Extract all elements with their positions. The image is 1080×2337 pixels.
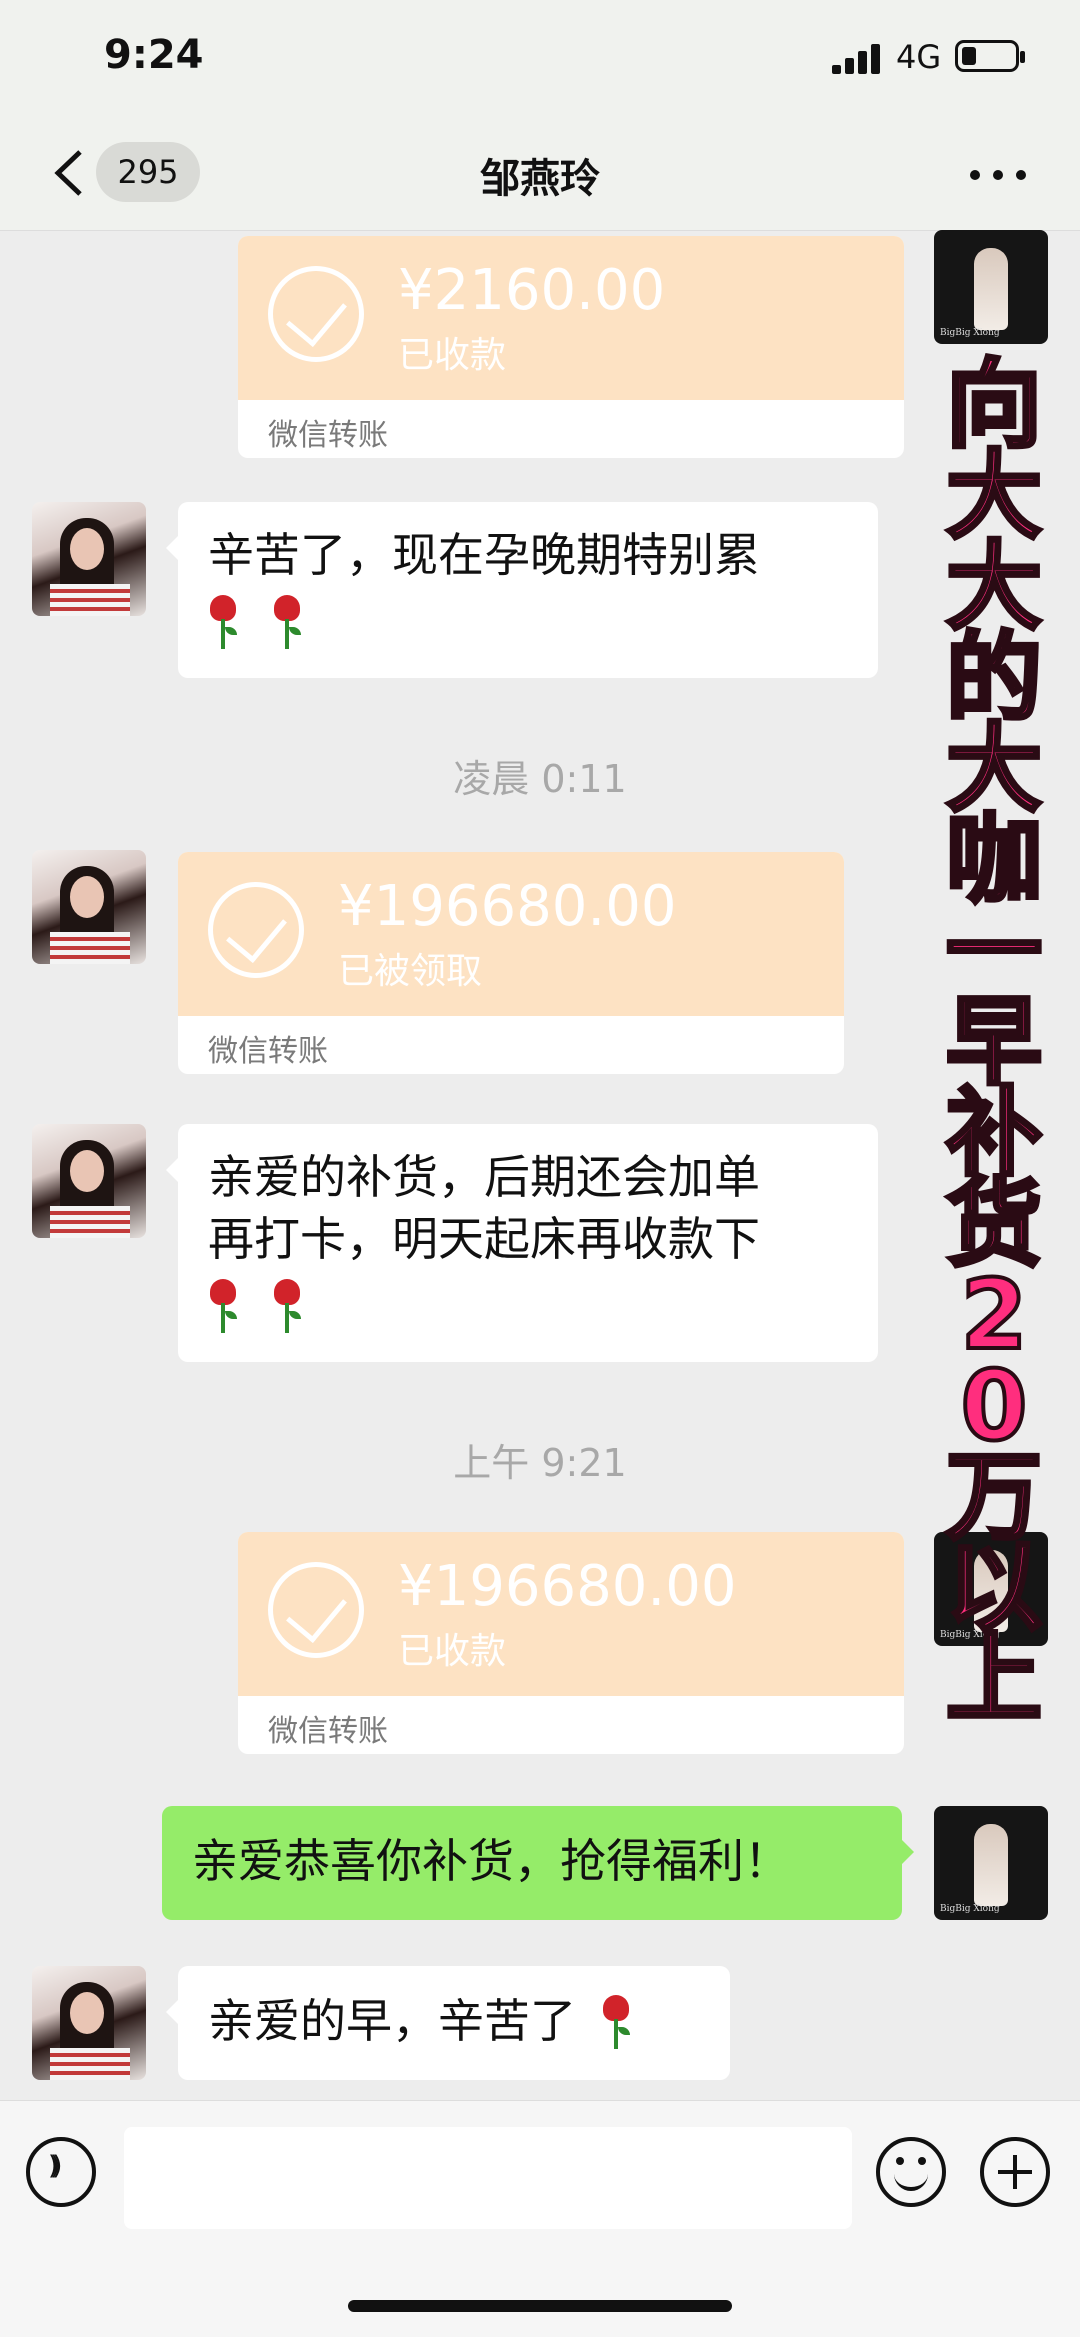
status-time: 9:24 <box>104 32 204 78</box>
check-icon <box>268 1562 364 1658</box>
avatar-contact[interactable] <box>32 502 146 616</box>
transfer-card[interactable]: ¥2160.00 已收款 微信转账 <box>238 236 904 458</box>
home-indicator[interactable] <box>348 2300 732 2312</box>
rose-icon <box>272 593 302 649</box>
chat-header: 295 邹燕玲 <box>0 120 1080 231</box>
avatar-contact[interactable] <box>32 1966 146 2080</box>
unread-count-badge[interactable]: 295 <box>96 142 200 202</box>
message-bubble-sent[interactable]: 亲爱恭喜你补货，抢得福利！ <box>162 1806 914 1920</box>
transfer-card[interactable]: ¥196680.00 已收款 微信转账 <box>238 1532 904 1754</box>
transfer-card[interactable]: ¥196680.00 已被领取 微信转账 <box>178 852 844 1074</box>
transfer-label: 微信转账 <box>208 1034 328 1069</box>
message-bubble[interactable]: 亲爱的早，辛苦了 <box>166 1966 730 2080</box>
rose-icon <box>208 593 238 649</box>
battery-icon <box>955 40 1025 72</box>
network-type: 4G <box>896 38 942 76</box>
message-text: 亲爱的补货，后期还会加单 <box>208 1150 760 1204</box>
message-text: 辛苦了，现在孕晚期特别累 <box>208 528 760 582</box>
rose-icon <box>601 1993 631 2049</box>
message-text: 再打卡，明天起床再收款下 <box>208 1212 760 1266</box>
voice-icon[interactable] <box>26 2137 96 2207</box>
avatar-self[interactable]: BigBig Xiong <box>934 230 1048 344</box>
emoji-icon[interactable] <box>876 2137 946 2207</box>
message-text: 亲爱恭喜你补货，抢得福利！ <box>192 1834 790 1888</box>
message-input[interactable] <box>124 2127 852 2229</box>
timestamp: 上午 9:21 <box>453 1441 627 1485</box>
transfer-amount: ¥2160.00 <box>398 258 666 323</box>
transfer-status: 已收款 <box>398 335 507 376</box>
transfer-status: 已收款 <box>398 1631 507 1672</box>
rose-icon <box>272 1277 302 1333</box>
check-icon <box>208 882 304 978</box>
transfer-status: 已被领取 <box>338 951 483 992</box>
plus-icon[interactable] <box>980 2137 1050 2207</box>
message-bubble[interactable]: 亲爱的补货，后期还会加单 再打卡，明天起床再收款下 <box>166 1124 878 1362</box>
more-icon[interactable] <box>970 170 1026 182</box>
check-icon <box>268 266 364 362</box>
rose-icon <box>208 1277 238 1333</box>
transfer-amount: ¥196680.00 <box>338 874 677 939</box>
transfer-label: 微信转账 <box>268 418 388 453</box>
overlay-caption: 向大大的大咖一早补货20万以上 <box>944 349 1044 1735</box>
back-icon[interactable] <box>50 148 90 198</box>
avatar-contact[interactable] <box>32 850 146 964</box>
avatar-contact[interactable] <box>32 1124 146 1238</box>
message-bubble[interactable]: 辛苦了，现在孕晚期特别累 <box>166 502 878 678</box>
transfer-label: 微信转账 <box>268 1714 388 1749</box>
timestamp: 凌晨 0:11 <box>453 757 627 801</box>
signal-icon <box>832 44 880 74</box>
avatar-self[interactable]: BigBig Xiong <box>934 1806 1048 1920</box>
transfer-amount: ¥196680.00 <box>398 1554 737 1619</box>
chat-title: 邹燕玲 <box>480 156 600 202</box>
message-text: 亲爱的早，辛苦了 <box>208 1994 576 2048</box>
status-bar: 9:24 4G <box>0 0 1080 120</box>
